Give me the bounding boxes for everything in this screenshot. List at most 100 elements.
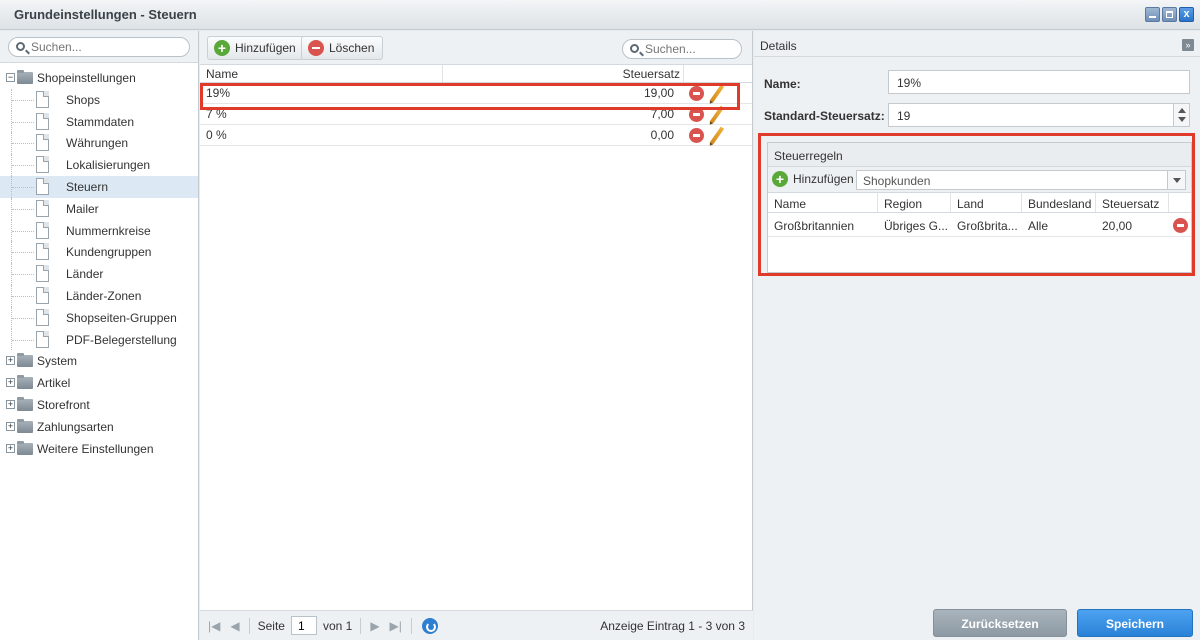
stepper-down-icon[interactable] [1178,117,1186,122]
rule-column-rate[interactable]: Steuersatz [1102,197,1159,211]
prev-page-icon[interactable]: ◀ [230,619,239,633]
tax-name-cell: 0 % [206,128,227,142]
save-button[interactable]: Speichern [1077,609,1193,637]
tree-node-label: Zahlungsarten [37,419,114,434]
edit-pencil-icon[interactable] [709,105,725,124]
tree-node-lokalisierungen[interactable]: Lokalisierungen [0,154,198,176]
expand-icon[interactable]: + [6,356,15,366]
tree-node-system[interactable]: + System [0,350,198,372]
expand-icon[interactable]: + [6,443,15,453]
edit-pencil-icon[interactable] [709,84,725,103]
document-icon [36,177,49,195]
tree-node-shopeinstellungen[interactable]: − Shopeinstellungen [0,67,198,89]
grid-pager: |◀ ◀ Seite von 1 ▶ ▶| Anzeige Eintrag 1 … [200,610,753,640]
close-button[interactable]: x [1179,7,1194,22]
delete-row-icon[interactable] [689,107,704,122]
rule-column-state[interactable]: Bundesland [1028,197,1091,211]
tree-search-box[interactable] [8,37,190,57]
table-row[interactable]: 7 % 7,00 [200,104,752,125]
maximize-button[interactable] [1162,7,1177,22]
add-tax-button[interactable]: + Hinzufügen [207,36,305,60]
expand-icon[interactable]: + [6,399,15,409]
rule-column-country[interactable]: Land [957,197,984,211]
refresh-icon[interactable] [421,617,438,634]
tree-node-zahlungsarten[interactable]: + Zahlungsarten [0,416,198,438]
chevron-down-icon[interactable] [1167,171,1185,189]
tree-line [12,274,34,276]
tree-line [12,230,34,232]
rate-stepper[interactable] [1173,104,1189,126]
column-header-name[interactable]: Name [206,67,238,81]
maximize-icon [1166,11,1173,18]
plus-icon: + [214,40,230,56]
customer-group-select[interactable]: Shopkunden [856,170,1186,190]
delete-tax-label: Löschen [329,41,375,55]
minimize-button[interactable] [1145,7,1160,22]
table-row[interactable]: 19% 19,00 [200,83,752,104]
tree-node-stammdaten[interactable]: Stammdaten [0,110,198,133]
page-number-input[interactable] [290,616,317,635]
tree-node-label: Storefront [37,397,90,412]
tree-node-label: Shopeinstellungen [37,71,136,85]
rule-column-region[interactable]: Region [884,197,922,211]
delete-tax-button[interactable]: Löschen [301,36,384,60]
default-rate-field[interactable]: 19 [888,103,1190,127]
tree-node-steuern[interactable]: Steuern [0,175,198,198]
tax-rules-highlight: Steuerregeln + Hinzufügen Shopkunden Nam… [758,133,1195,276]
tree-node-länder-zonen[interactable]: Länder-Zonen [0,284,198,307]
tree-node-artikel[interactable]: + Artikel [0,372,198,394]
tree-node-nummernkreise[interactable]: Nummernkreise [0,219,198,242]
collapse-panel-icon[interactable]: » [1182,39,1194,51]
tree-node-mailer[interactable]: Mailer [0,197,198,220]
column-separator [1095,193,1096,212]
tree-line [12,143,34,145]
default-rate-label: Standard-Steuersatz: [764,109,885,123]
expand-icon[interactable]: + [6,421,15,431]
name-field[interactable]: 19% [888,70,1190,94]
grid-search-input[interactable] [645,42,725,56]
tax-rate-cell: 19,00 [643,86,674,100]
tree-search-input[interactable] [31,40,171,54]
document-icon [36,243,49,261]
tree-node-weitere-einstellungen[interactable]: + Weitere Einstellungen [0,438,198,460]
first-page-icon[interactable]: |◀ [208,619,220,633]
tree-node-storefront[interactable]: + Storefront [0,394,198,416]
customer-group-value: Shopkunden [863,174,931,188]
stepper-up-icon[interactable] [1178,108,1186,113]
tree-node-kundengruppen[interactable]: Kundengruppen [0,241,198,264]
folder-icon [17,353,33,368]
next-page-icon[interactable]: ▶ [370,619,379,633]
column-header-rate[interactable]: Steuersatz [623,67,680,81]
column-separator [442,65,443,82]
tree-node-label: Lokalisierungen [66,158,151,173]
grid-toolbar: + Hinzufügen Löschen [200,31,752,65]
grid-body: 19% 19,00 7 % 7,00 0 % 0,00 [200,83,752,146]
document-icon [36,156,49,174]
document-icon [36,90,49,108]
delete-row-icon[interactable] [689,128,704,143]
tree-node-shops[interactable]: Shops [0,88,198,111]
last-page-icon[interactable]: ▶| [390,619,402,633]
table-row[interactable]: 0 % 0,00 [200,125,752,146]
table-row[interactable]: Großbritannien Übriges G... Großbrita... Al… [768,213,1191,237]
delete-row-icon[interactable] [689,86,704,101]
reset-button[interactable]: Zurücksetzen [933,609,1067,637]
add-rule-button[interactable]: + Hinzufügen [772,171,854,187]
tree-node-label: Weitere Einstellungen [37,441,154,456]
tree-node-shopseiten-gruppen[interactable]: Shopseiten-Gruppen [0,306,198,329]
rules-grid-body: Großbritannien Übriges G... Großbrita... Al… [768,213,1191,237]
tree-line [12,317,34,319]
rule-column-name[interactable]: Name [774,197,806,211]
tree-node-währungen[interactable]: Währungen [0,132,198,155]
collapse-icon[interactable]: − [6,73,15,82]
tree-node-label: Währungen [66,136,129,151]
edit-pencil-icon[interactable] [709,126,725,145]
tree-node-pdf-belegerstellung[interactable]: PDF-Belegerstellung [0,328,198,351]
expand-icon[interactable]: + [6,378,15,388]
delete-rule-icon[interactable] [1173,218,1188,233]
document-icon [36,308,49,326]
minus-icon [308,40,324,56]
grid-search-box[interactable] [622,39,742,59]
document-icon [36,265,49,283]
tree-node-länder[interactable]: Länder [0,263,198,285]
